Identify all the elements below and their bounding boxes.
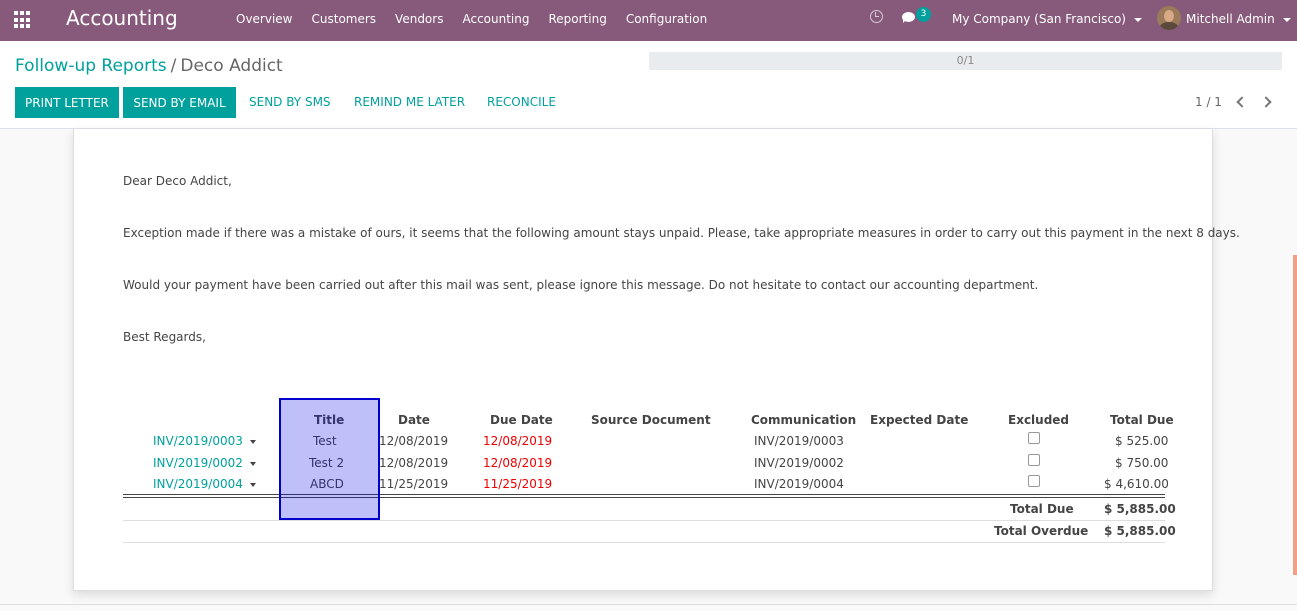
send-by-email-button[interactable]: SEND BY EMAIL — [123, 87, 236, 118]
column-header-due-date: Due Date — [490, 413, 553, 427]
send-by-sms-button[interactable]: SEND BY SMS — [249, 95, 331, 109]
column-header-expected-date: Expected Date — [870, 413, 969, 427]
user-name: Mitchell Admin — [1186, 12, 1275, 26]
invoice-link[interactable]: INV/2019/0003 — [153, 434, 256, 448]
letter-closing: Best Regards, — [123, 330, 206, 344]
chat-bubble-icon[interactable] — [902, 12, 915, 23]
main-menu: Overview Customers Vendors Accounting Re… — [227, 12, 717, 26]
excluded-checkbox[interactable] — [1028, 475, 1040, 487]
reconcile-button[interactable]: RECONCILE — [487, 95, 556, 109]
breadcrumb-current: Deco Addict — [180, 56, 283, 76]
caret-down-icon — [1133, 17, 1142, 22]
bottom-divider — [0, 604, 1297, 605]
row-communication: INV/2019/0002 — [754, 456, 844, 470]
caret-down-icon — [249, 482, 256, 487]
caret-down-icon — [249, 461, 256, 466]
breadcrumb-separator: / — [170, 56, 177, 76]
caret-down-icon — [1282, 17, 1291, 22]
followup-progress-bar: 0/1 — [649, 52, 1282, 70]
menu-item-accounting[interactable]: Accounting — [462, 12, 529, 26]
invoice-number: INV/2019/0003 — [153, 434, 243, 448]
column-header-source-document: Source Document — [591, 413, 711, 427]
control-panel: Follow-up Reports / Deco Addict 0/1 PRINT … — [0, 41, 1297, 129]
apps-grid-icon[interactable] — [14, 11, 32, 29]
title-column-highlight — [279, 398, 380, 520]
invoice-number: INV/2019/0004 — [153, 477, 243, 491]
invoice-number: INV/2019/0002 — [153, 456, 243, 470]
breadcrumb-parent[interactable]: Follow-up Reports — [15, 56, 167, 76]
top-navbar: Accounting Overview Customers Vendors Ac… — [0, 0, 1297, 41]
user-menu[interactable]: Mitchell Admin — [1186, 12, 1291, 26]
row-due-date: 12/08/2019 — [483, 434, 553, 448]
total-due-label: Total Due — [1010, 502, 1074, 516]
row-date: 12/08/2019 — [379, 456, 449, 470]
breadcrumb: Follow-up Reports / Deco Addict — [15, 56, 283, 76]
chat-count-badge: 3 — [916, 7, 931, 22]
column-header-excluded: Excluded — [1008, 413, 1070, 427]
excluded-checkbox[interactable] — [1028, 432, 1040, 444]
totals-divider — [123, 520, 1165, 521]
scrollbar-indicator[interactable] — [1293, 255, 1297, 575]
row-total-due: $ 4,610.00 — [1104, 477, 1169, 491]
row-total-due: $ 525.00 — [1115, 434, 1169, 448]
letter-greeting: Dear Deco Addict, — [123, 174, 232, 188]
pager-value: 1 / 1 — [1195, 95, 1222, 109]
row-date: 11/25/2019 — [379, 477, 449, 491]
remind-me-later-button[interactable]: REMIND ME LATER — [354, 95, 465, 109]
menu-item-customers[interactable]: Customers — [312, 12, 377, 26]
pager-next-icon[interactable] — [1260, 96, 1272, 108]
row-communication: INV/2019/0004 — [754, 477, 844, 491]
print-letter-button[interactable]: PRINT LETTER — [15, 87, 119, 118]
total-overdue-label: Total Overdue — [994, 524, 1089, 538]
followup-report-sheet: Dear Deco Addict, Exception made if ther… — [73, 129, 1240, 591]
company-switcher[interactable]: My Company (San Francisco) — [952, 12, 1142, 26]
row-communication: INV/2019/0003 — [754, 434, 844, 448]
activity-clock-icon[interactable] — [870, 10, 883, 23]
pager-previous-icon[interactable] — [1236, 96, 1248, 108]
column-header-date: Date — [398, 413, 430, 427]
menu-item-configuration[interactable]: Configuration — [626, 12, 707, 26]
caret-down-icon — [249, 439, 256, 444]
menu-item-reporting[interactable]: Reporting — [548, 12, 606, 26]
app-title: Accounting — [66, 6, 178, 30]
invoice-link[interactable]: INV/2019/0002 — [153, 456, 256, 470]
user-avatar[interactable] — [1157, 6, 1181, 30]
column-header-communication: Communication — [751, 413, 857, 427]
invoice-link[interactable]: INV/2019/0004 — [153, 477, 256, 491]
company-name: My Company (San Francisco) — [952, 12, 1126, 26]
letter-body-2: Would your payment have been carried out… — [123, 278, 1039, 292]
row-date: 12/08/2019 — [379, 434, 449, 448]
excluded-checkbox[interactable] — [1028, 454, 1040, 466]
column-header-total-due: Total Due — [1110, 413, 1174, 427]
row-total-due: $ 750.00 — [1115, 456, 1169, 470]
menu-item-overview[interactable]: Overview — [236, 12, 293, 26]
row-due-date: 11/25/2019 — [483, 477, 553, 491]
total-overdue-value: $ 5,885.00 — [1104, 524, 1176, 538]
row-due-date: 12/08/2019 — [483, 456, 553, 470]
menu-item-vendors[interactable]: Vendors — [395, 12, 443, 26]
progress-label: 0/1 — [956, 54, 975, 67]
letter-body-1: Exception made if there was a mistake of… — [123, 226, 1240, 240]
total-due-value: $ 5,885.00 — [1104, 502, 1176, 516]
totals-divider — [123, 542, 1165, 543]
